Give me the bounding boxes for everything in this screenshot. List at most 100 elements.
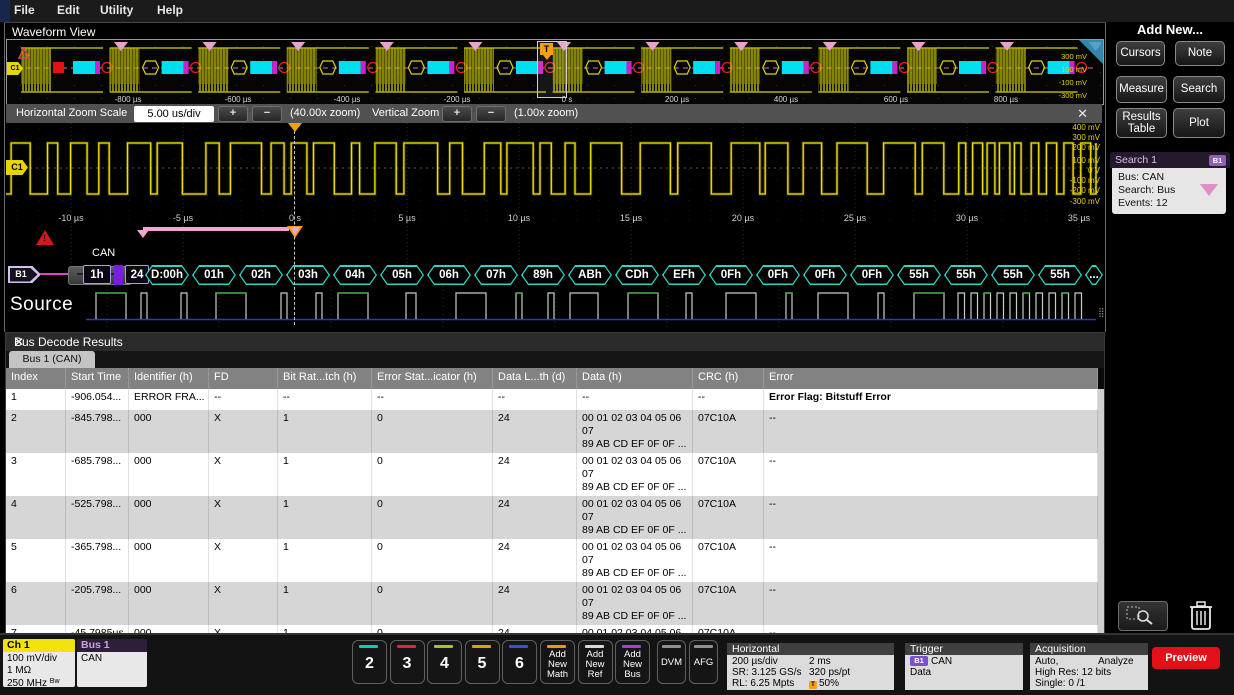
channel1-waveform <box>6 123 1102 226</box>
results-table-row[interactable]: 6-205.798...000X102400 01 02 03 04 05 06… <box>6 582 1098 625</box>
results-title-bar[interactable]: Bus Decode Results ✕ <box>6 333 1104 351</box>
horizontal-panel[interactable]: Horizontal 200 µs/div SR: 3.125 GS/s RL:… <box>727 643 894 689</box>
trigger-flag-icon[interactable]: T <box>540 43 553 55</box>
h-zoom-scale-input[interactable] <box>134 106 214 122</box>
bus-decode-track[interactable]: ! B1 CAN 1h24D:00h01h02h03h04h05h06h07h8… <box>6 226 1102 286</box>
menu-help[interactable]: Help <box>157 3 183 17</box>
main-volt-label: -300 mV <box>1070 198 1100 206</box>
acquisition-panel[interactable]: Acquisition Auto,Analyze High Res: 12 bi… <box>1030 643 1148 689</box>
can-data-byte: 55h <box>1038 265 1082 285</box>
results-cell: 0 <box>372 410 493 453</box>
v-zoom-minus-button[interactable]: − <box>476 106 506 122</box>
results-close-icon[interactable]: ✕ <box>14 335 1090 349</box>
trash-icon <box>1186 598 1216 632</box>
search1-info-line: Bus: CAN <box>1118 171 1164 183</box>
h-zoom-plus-button[interactable]: + <box>218 106 248 122</box>
can-data-byte: 55h <box>991 265 1035 285</box>
main-time-label: 20 µs <box>732 213 754 223</box>
main-volt-label: -200 mV <box>1070 187 1100 195</box>
source-label: Source <box>10 294 73 316</box>
results-cell: -- <box>693 389 764 410</box>
results-column-header: Identifier (h) <box>129 368 209 389</box>
results-table-row[interactable]: 5-365.798...000X102400 01 02 03 04 05 06… <box>6 539 1098 582</box>
trash-button[interactable] <box>1186 598 1216 632</box>
preview-button[interactable]: Preview <box>1152 647 1220 669</box>
results-tab-bus1[interactable]: Bus 1 (CAN) <box>9 351 95 368</box>
menu-utility[interactable]: Utility <box>100 3 133 17</box>
results-column-header: Data L...th (d) <box>493 368 577 389</box>
menu-file[interactable]: File <box>14 3 35 17</box>
add-new-ref-button[interactable]: Add New Ref <box>578 640 613 684</box>
channel-color-line <box>397 645 416 648</box>
dvm-button[interactable]: DVM <box>657 640 686 684</box>
zoom-close-icon[interactable]: ✕ <box>1077 106 1088 122</box>
results-cell: 000 <box>129 582 209 625</box>
menu-edit[interactable]: Edit <box>57 3 80 17</box>
results-cell: 1 <box>278 582 372 625</box>
horizontal-panel-title: Horizontal <box>727 643 894 655</box>
add-new-note-button[interactable]: Note <box>1175 41 1225 66</box>
channel6-button[interactable]: 6 <box>502 640 537 684</box>
bottom-bar: Ch 1 100 mV/div 1 MΩ 250 MHz Bw Bus 1 CA… <box>0 633 1234 695</box>
can-data-byte: 05h <box>380 265 424 285</box>
bus-source-track[interactable]: Source <box>6 286 1102 330</box>
h-zoom-minus-button[interactable]: − <box>252 106 282 122</box>
results-cell: -- <box>764 582 1098 625</box>
channel2-button[interactable]: 2 <box>352 640 387 684</box>
overview-time-label: -400 µs <box>334 95 361 104</box>
add-new-plot-button[interactable]: Plot <box>1173 108 1225 138</box>
results-cell: 00 01 02 03 04 05 06 07 89 AB CD EF 0F 0… <box>577 582 693 625</box>
splitter-handle[interactable]: ⣿⣿ <box>1098 310 1106 334</box>
main-time-label: -10 µs <box>58 213 83 223</box>
results-cell: -- <box>764 496 1098 539</box>
can-data-byte: 55h <box>897 265 941 285</box>
add-new-measure-button[interactable]: Measure <box>1116 76 1167 103</box>
main-time-label: 10 µs <box>508 213 530 223</box>
main-time-label: -5 µs <box>173 213 193 223</box>
results-cell: 07C10A <box>693 582 764 625</box>
search1-panel-header[interactable]: Search 1 B1 <box>1110 152 1230 168</box>
zoom-select-button[interactable] <box>1118 601 1168 631</box>
results-column-header: Data (h) <box>577 368 693 389</box>
results-cell: X <box>209 453 278 496</box>
results-table-row[interactable]: 1-906.054...ERROR FRA...------------Erro… <box>6 389 1098 410</box>
search-mark-icon <box>137 230 149 238</box>
add-new-search-button[interactable]: Search <box>1173 76 1225 103</box>
results-cell: -- <box>764 539 1098 582</box>
main-volt-label: -100 mV <box>1070 177 1100 185</box>
waveform-overview[interactable]: C1 T -800 µs-600 µs-400 µs-200 µs0 s200 … <box>6 39 1104 105</box>
v-zoom-plus-button[interactable]: + <box>442 106 472 122</box>
add-new-cursors-button[interactable]: Cursors <box>1116 41 1165 66</box>
results-cell: 00 01 02 03 04 05 06 07 89 AB CD EF 0F 0… <box>577 496 693 539</box>
results-table-row[interactable]: 2-845.798...000X102400 01 02 03 04 05 06… <box>6 410 1098 453</box>
results-cell: 000 <box>129 496 209 539</box>
add-new-results-table-button[interactable]: Results Table <box>1116 108 1167 138</box>
results-cell: 07C10A <box>693 496 764 539</box>
trigger-position-line <box>294 131 295 325</box>
results-scrollbar[interactable] <box>1098 389 1104 635</box>
results-table-row[interactable]: 3-685.798...000X102400 01 02 03 04 05 06… <box>6 453 1098 496</box>
main-waveform-area[interactable]: C1 400 mV300 mV200 mV100 mV0 V-100 mV-20… <box>6 123 1102 226</box>
source-waveform <box>86 286 1096 330</box>
channel1-badge[interactable]: Ch 1 100 mV/div 1 MΩ 250 MHz Bw <box>3 639 75 687</box>
overview-time-label: 800 µs <box>994 95 1018 104</box>
afg-button[interactable]: AFG <box>689 640 718 684</box>
channel5-button[interactable]: 5 <box>465 640 500 684</box>
results-column-header: FD <box>209 368 278 389</box>
results-cell: -- <box>372 389 493 410</box>
results-column-header: CRC (h) <box>693 368 764 389</box>
channel3-button[interactable]: 3 <box>390 640 425 684</box>
can-flags-field <box>114 265 123 285</box>
add-new-bus-button[interactable]: Add New Bus <box>615 640 650 684</box>
search1-panel-body[interactable]: Bus: CANSearch: BusEvents: 12 <box>1112 168 1226 214</box>
trigger-panel[interactable]: Trigger B1CAN Data <box>905 643 1023 689</box>
results-table-row[interactable]: 4-525.798...000X102400 01 02 03 04 05 06… <box>6 496 1098 539</box>
can-data-byte: ... <box>1085 265 1103 285</box>
bus1-badge-bottom[interactable]: Bus 1 CAN <box>77 639 147 687</box>
add-new-math-button[interactable]: Add New Math <box>540 640 575 684</box>
overview-volt-label: 100 mV <box>1061 66 1087 73</box>
results-cell: 07C10A <box>693 410 764 453</box>
menu-bar: File Edit Utility Help <box>0 0 1234 23</box>
channel4-button[interactable]: 4 <box>427 640 462 684</box>
trigger-position-icon[interactable] <box>288 123 302 132</box>
